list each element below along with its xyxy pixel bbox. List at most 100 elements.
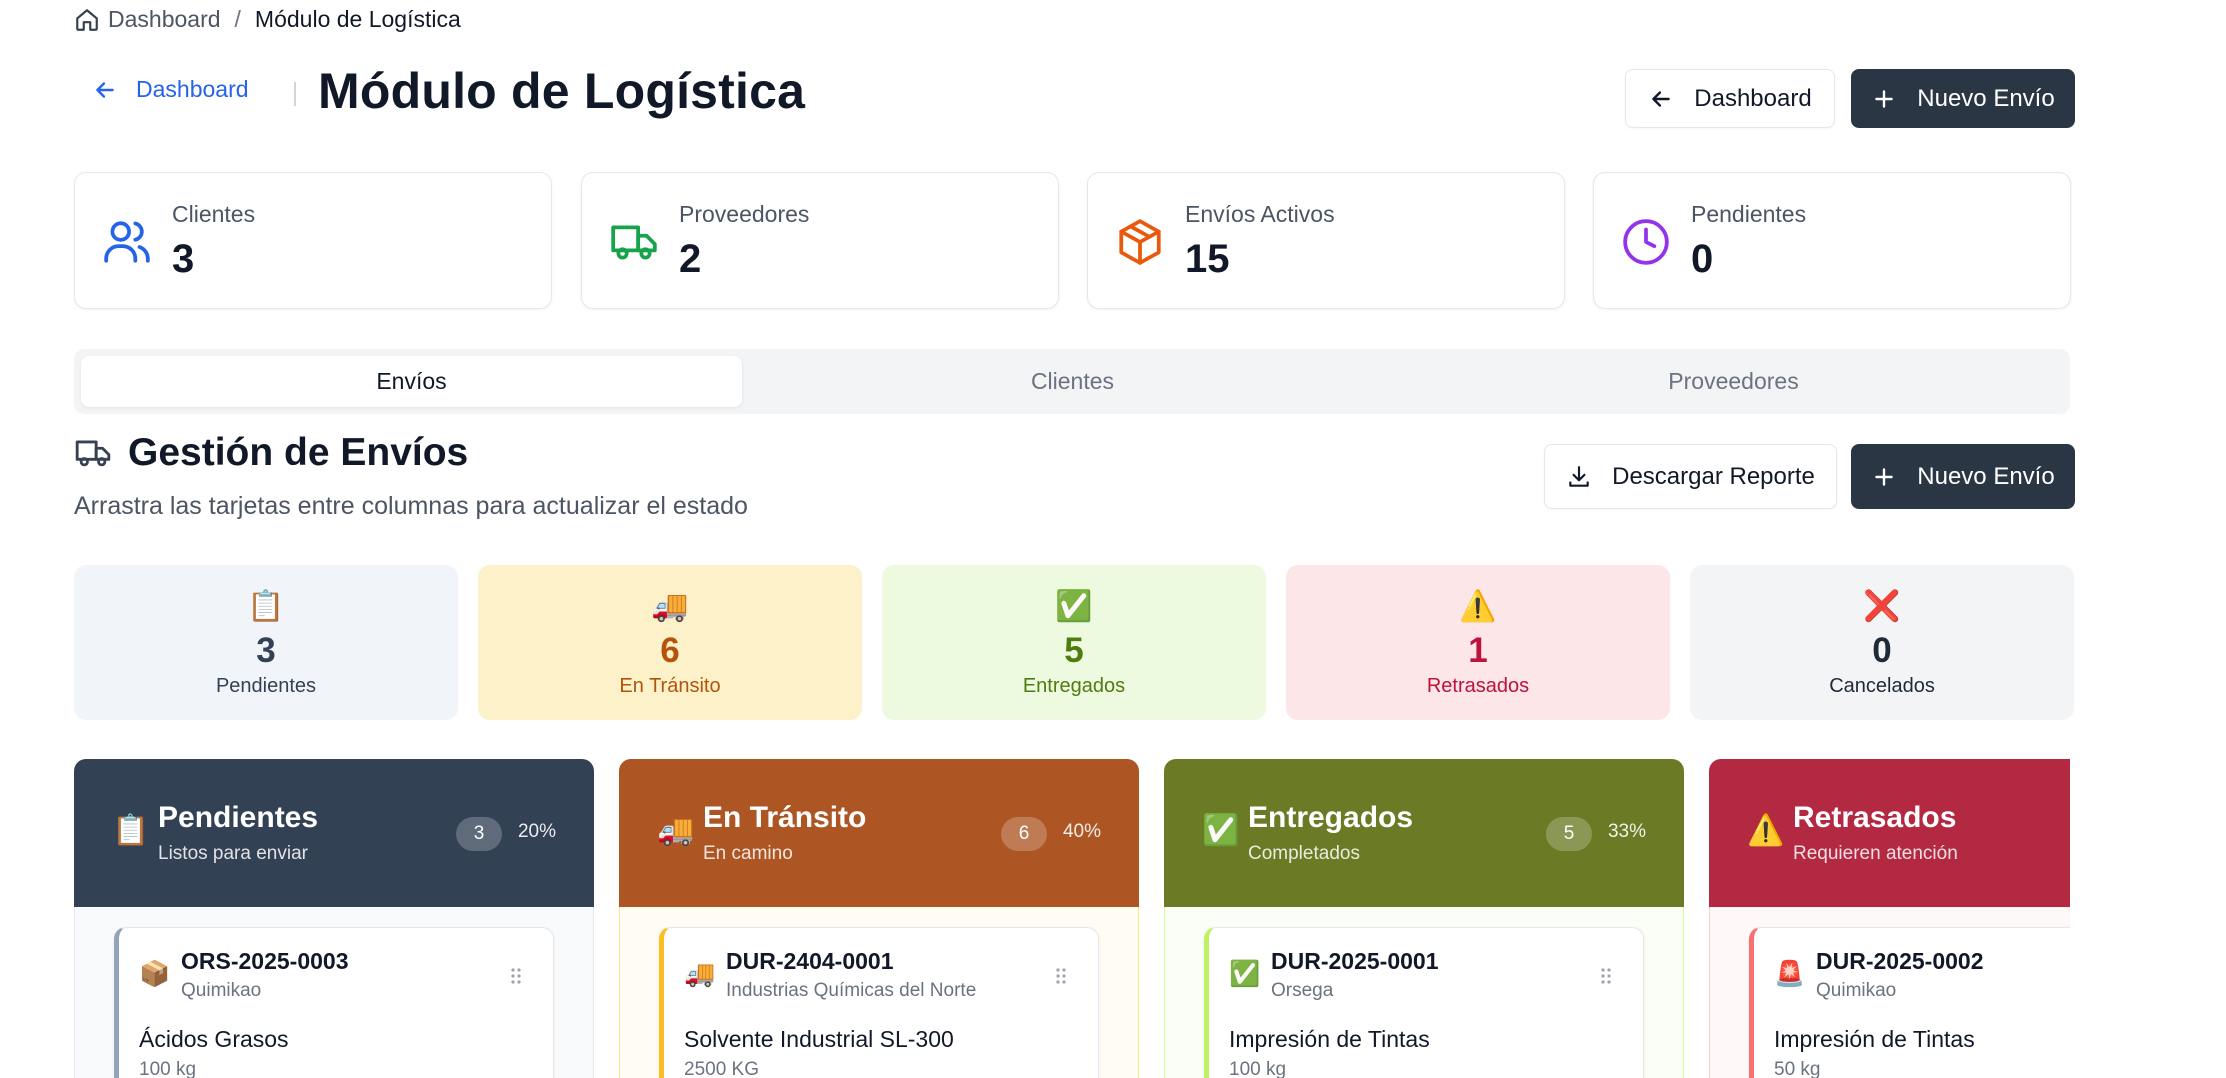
drag-handle-icon[interactable] [1054,966,1068,986]
back-to-dashboard-link[interactable]: Dashboard [92,76,249,103]
plus-icon [1875,467,1894,486]
summary-entregados: ✅ 5 Entregados [882,565,1266,720]
check-mark-icon: ✅ [1202,814,1240,847]
breadcrumb-separator: / [234,6,241,32]
tab-clientes[interactable]: Clientes [742,356,1403,407]
column-header: 🚚 En Tránsito En camino 6 40% [619,759,1139,907]
breadcrumb-current: Módulo de Logística [254,6,461,32]
column-title: Pendientes [158,801,319,834]
shipment-product: Impresión de Tintas [1229,1026,1430,1052]
column-count-badge: 6 [1001,817,1047,851]
warning-icon: ⚠️ [1459,590,1497,623]
clipboard-icon: 📋 [112,814,150,847]
shipment-id: DUR-2025-0001 [1271,948,1439,974]
shipment-card[interactable]: 📦 ORS-2025-0003 Quimikao Ácidos Grasos 1… [114,927,554,1078]
arrow-left-icon [96,81,114,98]
shipment-quantity: 100 kg [1229,1059,1287,1078]
shipment-card[interactable]: 🚚 DUR-2404-0001 Industrias Químicas del … [659,927,1099,1078]
column-entregados: ✅ Entregados Completados 5 33% ✅ DUR-202… [1164,759,1684,1078]
page-title: Módulo de Logística [318,63,806,119]
shipment-client: Industrias Químicas del Norte [726,980,977,1001]
check-mark-icon: ✅ [1055,590,1093,623]
warning-icon: ⚠️ [1747,814,1785,847]
summary-retrasados: ⚠️ 1 Retrasados [1286,565,1670,720]
download-icon [1569,465,1589,487]
shipment-client: Orsega [1271,980,1334,1001]
check-mark-icon: ✅ [1229,960,1261,988]
column-header: 📋 Pendientes Listos para enviar 3 20% [74,759,594,907]
shipment-card[interactable]: ✅ DUR-2025-0001 Orsega Impresión de Tint… [1204,927,1644,1078]
column-percent: 20% [517,821,556,842]
dashboard-button[interactable]: Dashboard [1625,69,1835,128]
column-title: Entregados [1248,801,1414,834]
summary-pendientes: 📋 3 Pendientes [74,565,458,720]
summary-cancelados: ❌ 0 Cancelados [1690,565,2074,720]
column-percent: 40% [1062,821,1101,842]
tab-envios[interactable]: Envíos [81,356,742,407]
truck-icon [611,225,657,260]
new-shipment-header-label: Nuevo Envío [1917,84,2055,112]
column-title: Retrasados [1793,801,1957,834]
clipboard-icon: 📋 [247,590,285,623]
package-icon [1119,219,1161,265]
summary-label: Retrasados [1426,675,1530,697]
column-count-badge: 3 [456,817,502,851]
stat-label: Proveedores [679,201,810,227]
shipment-card[interactable]: 🚨 DUR-2025-0002 Quimikao Impresión de Ti… [1749,927,2070,1078]
clock-icon [1623,219,1669,265]
stat-value: 15 [1185,237,1230,281]
delivery-truck-icon: 🚚 [684,960,716,988]
siren-icon: 🚨 [1774,960,1806,988]
shipment-id: ORS-2025-0003 [181,948,349,974]
shipment-id: DUR-2025-0002 [1816,948,1984,974]
back-link-label: Dashboard [136,76,249,102]
users-icon [104,221,150,263]
column-count-badge: 5 [1546,817,1592,851]
download-report-button[interactable]: Descargar Reporte [1544,444,1837,509]
new-shipment-header-button[interactable]: Nuevo Envío [1851,69,2075,128]
summary-label: Entregados [1022,675,1126,697]
stat-value: 0 [1691,237,1714,281]
breadcrumb-home-link[interactable]: Dashboard [108,6,221,33]
delivery-truck-icon: 🚚 [657,814,695,847]
download-report-label: Descargar Reporte [1612,462,1815,490]
shipment-product: Ácidos Grasos [139,1026,289,1052]
summary-value: 6 [660,631,680,670]
drag-handle-icon[interactable] [509,966,523,986]
new-shipment-label: Nuevo Envío [1917,462,2055,490]
tab-proveedores[interactable]: Proveedores [1403,356,2064,407]
shipment-id: DUR-2404-0001 [726,948,894,974]
dashboard-button-label: Dashboard [1694,84,1812,112]
stat-label: Clientes [172,201,256,227]
summary-label: Cancelados [1829,675,1935,697]
stat-value: 2 [679,237,702,281]
column-retrasados: ⚠️ Retrasados Requieren atención 1 7% 🚨 … [1709,759,2070,1078]
stat-card-proveedores: Proveedores 2 [581,172,1059,309]
summary-value: 1 [1468,631,1488,670]
breadcrumb: Dashboard / Módulo de Logística [74,6,461,33]
stat-card-clientes: Clientes 3 [74,172,552,309]
stat-card-pendientes: Pendientes 0 [1593,172,2071,309]
summary-label: En Tránsito [619,675,721,697]
summary-value: 5 [1064,631,1084,670]
summary-value: 3 [256,631,276,670]
column-subtitle: Completados [1248,843,1360,864]
package-icon: 📦 [139,960,171,988]
drag-handle-icon[interactable] [1599,966,1613,986]
stat-value: 3 [172,237,195,281]
shipment-product: Impresión de Tintas [1774,1026,1975,1052]
column-header: ⚠️ Retrasados Requieren atención 1 7% [1709,759,2070,907]
stat-label: Pendientes [1691,201,1807,227]
delivery-truck-icon: 🚚 [651,590,689,623]
summary-label: Pendientes [215,675,317,697]
column-header: ✅ Entregados Completados 5 33% [1164,759,1684,907]
column-subtitle: Requieren atención [1793,843,1958,864]
summary-value: 0 [1872,631,1892,670]
column-en-transito: 🚚 En Tránsito En camino 6 40% 🚚 DUR-2404… [619,759,1139,1078]
truck-icon [75,440,111,467]
cross-mark-icon: ❌ [1863,590,1901,623]
new-shipment-button[interactable]: Nuevo Envío [1851,444,2075,509]
section-title: Gestión de Envíos [74,431,468,475]
column-pendientes: 📋 Pendientes Listos para enviar 3 20% 📦 … [74,759,594,1078]
shipment-product: Solvente Industrial SL-300 [684,1026,954,1052]
